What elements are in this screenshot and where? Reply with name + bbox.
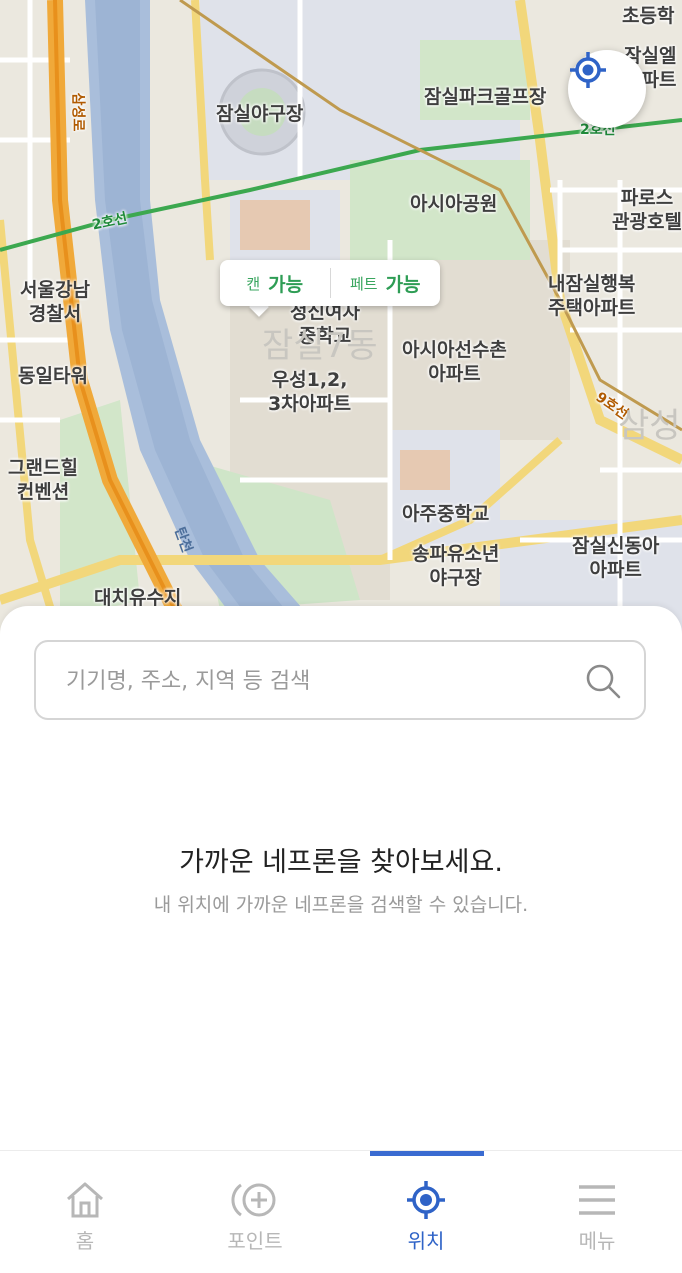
availability-pill[interactable]: 캔 가능 페트 가능 — [220, 260, 440, 306]
pet-label: 페트 — [349, 274, 378, 293]
can-label: 캔 — [246, 274, 261, 293]
map-label-elementary: 초등학 — [622, 5, 675, 27]
map-label-paros-hotel: 파로스 관광호텔 — [612, 187, 682, 233]
search-input[interactable] — [64, 642, 588, 720]
map-label-grand-hill: 그랜드힐 컨벤션 — [8, 457, 78, 503]
bottom-sheet: 가까운 네프론을 찾아보세요. 내 위치에 가까운 네프론을 검색할 수 있습니… — [0, 606, 682, 1150]
map-label-woosung-apt: 우성1,2, 3차아파트 — [268, 369, 352, 415]
empty-state-subtitle: 내 위치에 가까운 네프론을 검색할 수 있습니다. — [153, 894, 529, 916]
bottom-tab-bar: 홈 포인트 위치 메뉴 — [0, 1150, 682, 1273]
map-label-district-jamsil7: 잠실7동 — [262, 326, 378, 366]
map-label-asia-park: 아시아공원 — [410, 193, 498, 215]
tab-menu[interactable]: 메뉴 — [512, 1151, 682, 1273]
map-label-dongil-tower: 동일타워 — [18, 365, 88, 387]
tab-point[interactable]: 포인트 — [170, 1151, 340, 1273]
location-target-icon — [407, 1181, 445, 1219]
pet-status: 가능 — [385, 273, 421, 296]
current-location-button[interactable] — [568, 50, 646, 128]
map-label-songpa-youth: 송파유소년 야구장 — [412, 543, 500, 589]
can-status: 가능 — [268, 273, 304, 296]
can-availability: 캔 가능 — [220, 270, 330, 297]
tab-home-label: 홈 — [75, 1229, 95, 1253]
hamburger-menu-icon — [579, 1185, 615, 1215]
map-label-district-samseong: 삼성 — [618, 406, 681, 446]
tab-location-label: 위치 — [407, 1229, 445, 1253]
tab-point-label: 포인트 — [227, 1229, 283, 1253]
map-label-jamsil-park-golf: 잠실파크골프장 — [424, 86, 547, 108]
search-icon[interactable] — [584, 662, 622, 700]
tab-menu-label: 메뉴 — [578, 1229, 616, 1253]
map-label-shindonga-apt: 잠실신동아 아파트 — [572, 535, 660, 581]
map-view[interactable]: 잠실야구장 잠실파크골프장 아시아공원 서울강남 경찰서 동일타워 그랜드힐 컨… — [0, 0, 682, 640]
home-icon — [67, 1182, 103, 1218]
search-box[interactable] — [34, 640, 646, 720]
point-plus-icon — [231, 1183, 276, 1217]
map-label-jamsil-stadium: 잠실야구장 — [216, 103, 304, 125]
map-label-naejamsil-apt: 내잠실행복 주택아파트 — [548, 273, 636, 319]
map-label-police: 서울강남 경찰서 — [20, 279, 90, 325]
tab-location[interactable]: 위치 — [341, 1151, 511, 1273]
map-label-athletes-apt: 아시아선수촌 아파트 — [402, 339, 507, 385]
map-label-aju-middle: 아주중학교 — [402, 503, 490, 525]
empty-state-title: 가까운 네프론을 찾아보세요. — [179, 847, 503, 878]
crosshair-icon — [570, 52, 606, 88]
tab-home[interactable]: 홈 — [0, 1151, 170, 1273]
pet-availability: 페트 가능 — [331, 270, 441, 297]
map-label-samseong-ro: 삼성로 — [69, 92, 86, 132]
